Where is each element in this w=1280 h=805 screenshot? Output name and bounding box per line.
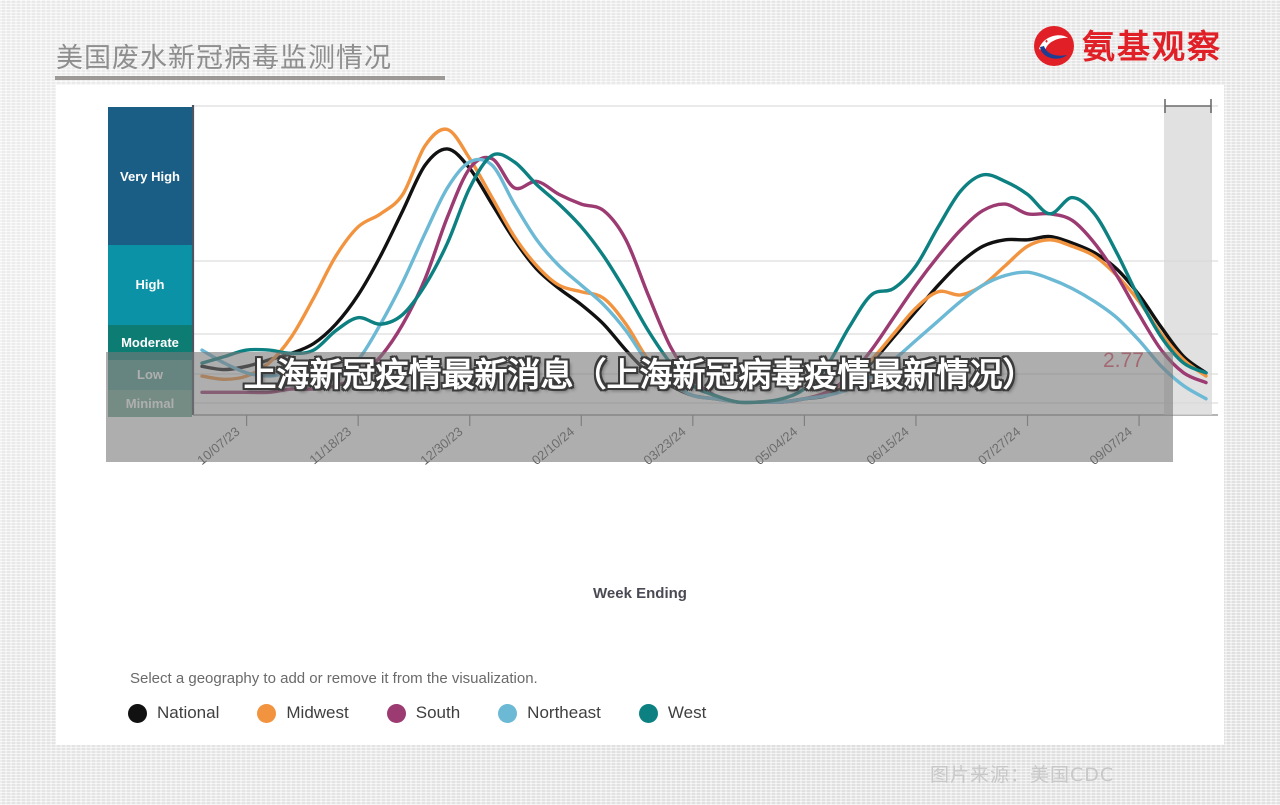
- legend-dot-icon: [386, 703, 406, 723]
- legend-label: National: [157, 703, 220, 722]
- legend-dot-icon: [128, 703, 147, 723]
- band-label-high: High: [136, 277, 165, 292]
- legend-dot-icon: [638, 703, 658, 723]
- brand-logo: 氨基观察: [1033, 24, 1222, 68]
- legend-items: National Midwest South Northeast West: [128, 703, 1128, 723]
- legend-label: South: [415, 703, 461, 722]
- x-axis-title: Week Ending: [593, 585, 687, 602]
- legend: Select a geography to add or remove it f…: [128, 670, 1128, 723]
- header: 美国废水新冠病毒监测情况 氨基观察: [0, 0, 1280, 86]
- legend-dot-icon: [257, 703, 277, 723]
- legend-dot-icon: [498, 703, 518, 723]
- legend-label: Northeast: [527, 703, 601, 722]
- legend-item-midwest[interactable]: Midwest: [257, 703, 349, 723]
- legend-item-west[interactable]: West: [638, 703, 707, 723]
- legend-item-northeast[interactable]: Northeast: [498, 703, 601, 723]
- band-label-very-high: Very High: [120, 169, 180, 184]
- legend-item-south[interactable]: South: [386, 703, 461, 723]
- source-credit: 图片来源：美国CDC: [930, 764, 1115, 786]
- legend-item-national[interactable]: National: [128, 703, 219, 723]
- legend-label: Midwest: [286, 703, 349, 722]
- legend-label: West: [667, 703, 707, 722]
- page-title: 美国废水新冠病毒监测情况: [56, 43, 392, 74]
- legend-hint: Select a geography to add or remove it f…: [130, 670, 538, 687]
- brand-name: 氨基观察: [1082, 26, 1222, 66]
- brand-mark-icon: [1033, 25, 1075, 67]
- watermark-text: 上海新冠疫情最新消息（上海新冠病毒疫情最新情况）: [243, 355, 1036, 394]
- watermark-overlay: 上海新冠疫情最新消息（上海新冠病毒疫情最新情况）: [106, 352, 1173, 462]
- band-label-moderate: Moderate: [121, 335, 179, 350]
- title-underline: [55, 76, 445, 80]
